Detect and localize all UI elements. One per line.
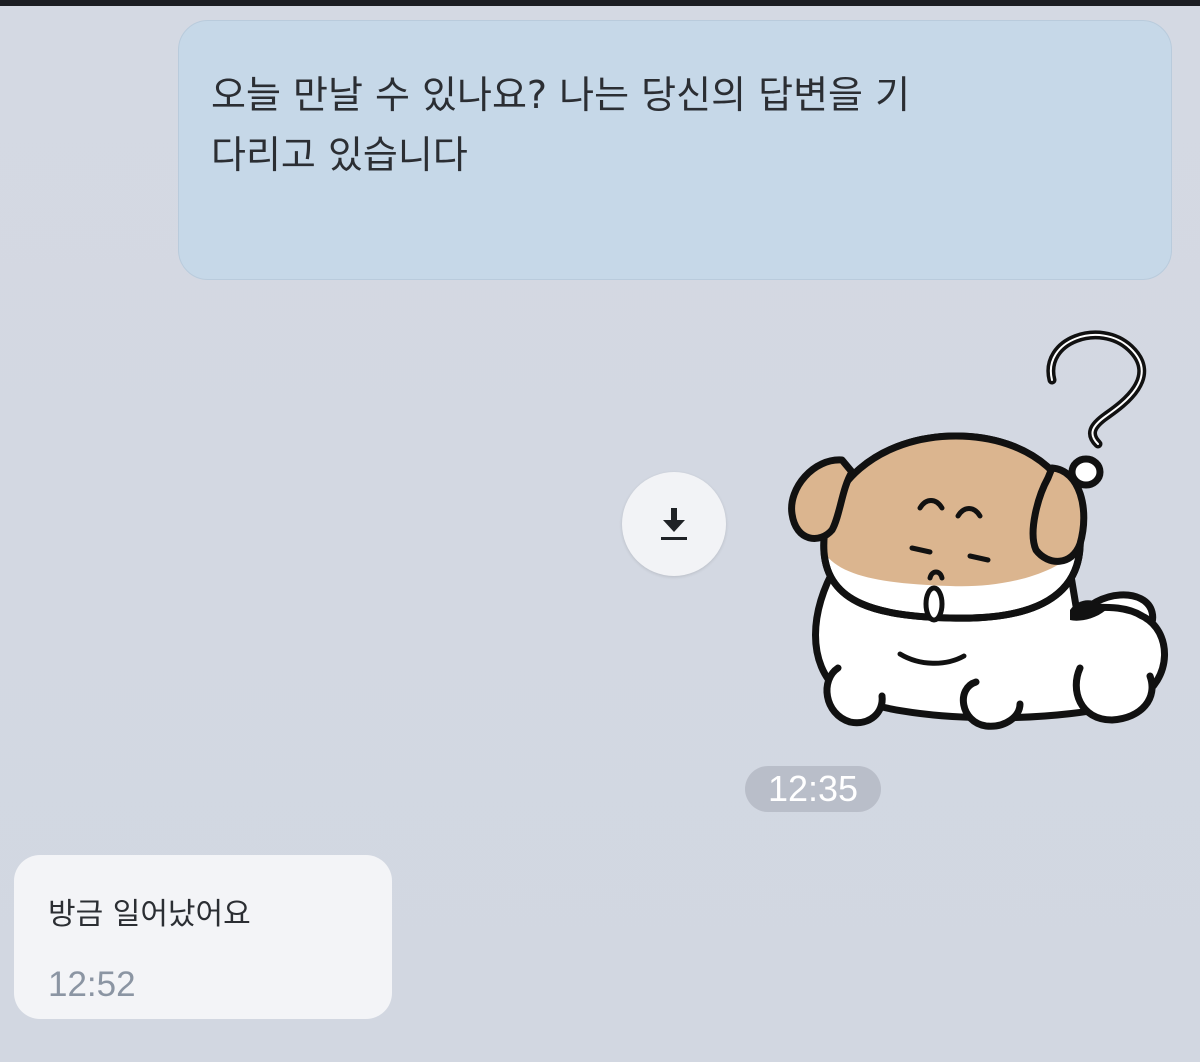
download-button[interactable] <box>622 472 726 576</box>
timestamp-pill: 12:35 <box>745 766 881 812</box>
puppy-question-sticker[interactable] <box>780 320 1170 740</box>
download-icon <box>661 508 687 540</box>
incoming-message-bubble[interactable]: 방금 일어났어요 12:52 <box>14 855 392 1019</box>
incoming-message-text: 방금 일어났어요 <box>48 897 251 932</box>
chat-message-area[interactable]: 오늘 만날 수 있나요? 나는 당신의 답변을 기다리고 있습니다 12:35 … <box>0 6 1200 1062</box>
incoming-message-timestamp: 12:52 <box>48 965 136 1004</box>
outgoing-message-text: 오늘 만날 수 있나요? 나는 당신의 답변을 기다리고 있습니다 <box>211 73 911 177</box>
outgoing-message-bubble[interactable]: 오늘 만날 수 있나요? 나는 당신의 답변을 기다리고 있습니다 <box>178 20 1172 280</box>
